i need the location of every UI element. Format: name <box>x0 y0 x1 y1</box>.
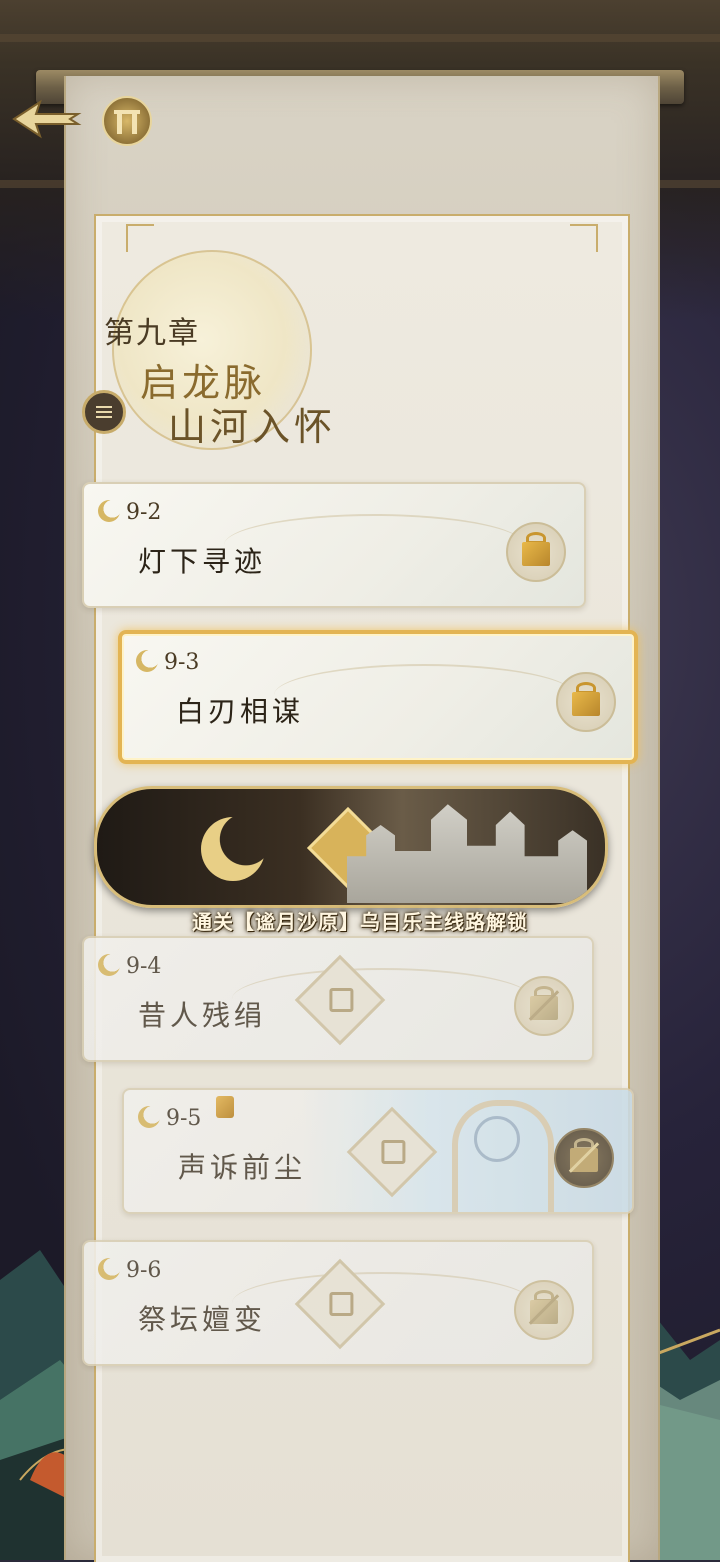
level-name: 昔人残绢 <box>138 999 267 1032</box>
gift-locked-icon[interactable] <box>514 1280 574 1340</box>
gift-icon[interactable] <box>506 522 566 582</box>
back-button[interactable] <box>10 96 82 142</box>
level-code: 9-5 <box>166 1106 202 1131</box>
gift-locked-icon[interactable] <box>514 976 574 1036</box>
level-code: 9-4 <box>126 954 162 979</box>
level-name: 白刃相谋 <box>176 695 305 728</box>
menu-button[interactable] <box>82 390 126 434</box>
level-card-9-3[interactable]: 9-3 白刃相谋 <box>118 630 638 764</box>
chapter-title-line2: 山河入怀 <box>168 405 337 449</box>
level-card-9-5[interactable]: 9-5 声诉前尘 <box>122 1088 634 1214</box>
banner-caption: 通关【谧月沙原】乌目乐主线路解锁 <box>192 910 528 934</box>
level-code: 9-2 <box>126 500 162 525</box>
route-unlock-banner[interactable] <box>94 786 608 908</box>
crescent-icon <box>136 650 158 672</box>
back-arrow-icon <box>12 99 82 139</box>
pillar-gate-icon <box>114 110 140 134</box>
gift-icon[interactable] <box>556 672 616 732</box>
crescent-icon <box>138 1106 160 1128</box>
palace-illustration <box>347 804 587 903</box>
level-code: 9-3 <box>164 650 200 675</box>
crescent-icon <box>98 1258 120 1280</box>
level-card-9-6[interactable]: 9-6 祭坛嬗变 <box>82 1240 594 1366</box>
level-card-9-4[interactable]: 9-4 昔人残绢 <box>82 936 594 1062</box>
level-name: 祭坛嬗变 <box>138 1303 267 1336</box>
special-badge-icon <box>216 1096 234 1118</box>
level-name: 声诉前尘 <box>178 1151 307 1184</box>
level-name: 灯下寻迹 <box>138 545 267 578</box>
menu-icon <box>96 406 112 408</box>
level-code: 9-6 <box>126 1258 162 1283</box>
gift-locked-icon[interactable] <box>554 1128 614 1188</box>
level-card-9-2[interactable]: 9-2 灯下寻迹 <box>82 482 586 608</box>
chapter-number: 第九章 <box>104 316 200 351</box>
crescent-moon-icon <box>201 817 265 881</box>
crescent-icon <box>98 500 120 522</box>
collection-button[interactable] <box>102 96 152 146</box>
crescent-icon <box>98 954 120 976</box>
